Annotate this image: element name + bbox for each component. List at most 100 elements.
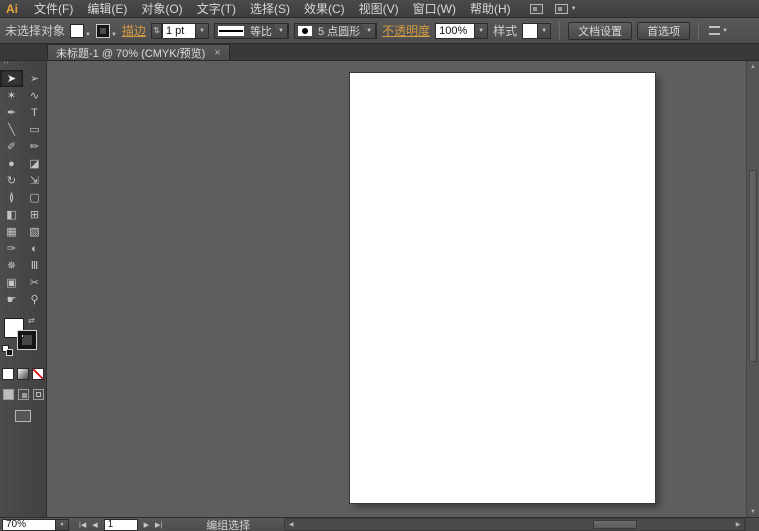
toolbar-collapse-handle[interactable]: '' xyxy=(0,61,46,70)
menu-file[interactable]: 文件(F) xyxy=(27,0,80,17)
menu-effect[interactable]: 效果(C) xyxy=(297,0,352,17)
rotate-tool[interactable]: ↻ xyxy=(0,172,23,189)
style-dropdown[interactable]: ▼ xyxy=(538,23,551,39)
opacity-field[interactable]: 100% xyxy=(435,23,475,39)
stroke-swatch xyxy=(96,24,110,38)
rectangle-tool[interactable]: ▭ xyxy=(23,121,46,138)
type-tool[interactable]: T xyxy=(23,104,46,121)
pen-tool[interactable]: ✒ xyxy=(0,104,23,121)
swap-fill-stroke-icon[interactable]: ⇄ xyxy=(28,316,35,325)
magic-wand-tool[interactable]: ✶ xyxy=(0,87,23,104)
style-combo[interactable]: ▼ xyxy=(522,23,551,39)
tab-close-icon[interactable]: × xyxy=(214,47,220,59)
menu-edit[interactable]: 编辑(E) xyxy=(80,0,134,17)
stroke-width-dropdown[interactable]: ▼ xyxy=(196,23,209,39)
color-button[interactable] xyxy=(2,368,14,380)
slice-tool[interactable]: ✂ xyxy=(23,274,46,291)
artboard[interactable] xyxy=(350,73,655,503)
canvas-area[interactable]: ▲ ▼ xyxy=(47,61,759,517)
zoom-field[interactable]: 70% xyxy=(2,519,56,531)
menu-window[interactable]: 窗口(W) xyxy=(406,0,463,17)
free-transform-tool[interactable]: ▢ xyxy=(23,189,46,206)
horizontal-scrollbar-track[interactable] xyxy=(297,519,732,530)
gradient-tool[interactable]: ▧ xyxy=(23,223,46,240)
menu-object[interactable]: 对象(O) xyxy=(134,0,189,17)
eraser-tool[interactable]: ◪ xyxy=(23,155,46,172)
document-setup-button[interactable]: 文档设置 xyxy=(568,22,632,40)
blob-brush-tool[interactable]: ● xyxy=(0,155,23,172)
brush-definition-dropdown[interactable]: ▼ xyxy=(363,23,376,39)
vertical-scrollbar-thumb[interactable] xyxy=(749,170,757,362)
first-artboard-button[interactable]: |◀ xyxy=(77,521,88,529)
scroll-right-icon[interactable]: ▶ xyxy=(732,521,744,528)
shape-builder-tool[interactable]: ◧ xyxy=(0,206,23,223)
line-segment-tool[interactable]: ╲ xyxy=(0,121,23,138)
last-artboard-button[interactable]: ▶| xyxy=(153,521,164,529)
zoom-tool[interactable]: ⚲ xyxy=(23,291,46,308)
none-button[interactable] xyxy=(32,368,44,380)
control-bar-menu-button[interactable]: ▼ xyxy=(709,26,728,35)
width-profile-combo[interactable]: 等比 ▼ xyxy=(214,23,289,39)
mesh-tool[interactable]: ▦ xyxy=(0,223,23,240)
stroke-panel-link[interactable]: 描边 xyxy=(122,22,146,39)
scroll-down-icon[interactable]: ▼ xyxy=(747,506,759,517)
panel-menu-icon xyxy=(709,26,720,35)
stroke-color-picker[interactable]: ▼ xyxy=(96,24,117,38)
blend-tool[interactable]: ◐ xyxy=(23,240,46,257)
fill-color-picker[interactable]: ▼ xyxy=(70,24,91,38)
preferences-button[interactable]: 首选项 xyxy=(637,22,690,40)
eyedropper-tool-icon: ✑ xyxy=(7,242,16,255)
width-tool[interactable]: ≬ xyxy=(0,189,23,206)
eyedropper-tool[interactable]: ✑ xyxy=(0,240,23,257)
perspective-grid-tool[interactable]: ⊞ xyxy=(23,206,46,223)
gradient-button[interactable] xyxy=(17,368,29,380)
horizontal-scrollbar-thumb[interactable] xyxy=(593,520,637,529)
menu-view[interactable]: 视图(V) xyxy=(352,0,406,17)
column-graph-tool[interactable]: Ⅲ xyxy=(23,257,46,274)
next-artboard-button[interactable]: ▶ xyxy=(142,521,151,529)
width-profile-dropdown[interactable]: ▼ xyxy=(275,23,288,39)
direct-selection-tool[interactable]: ➢ xyxy=(23,70,46,87)
hand-tool[interactable]: ☛ xyxy=(0,291,23,308)
scroll-left-icon[interactable]: ◀ xyxy=(285,521,297,528)
fill-stroke-indicator: ⇄ xyxy=(0,318,46,360)
menu-type[interactable]: 文字(T) xyxy=(190,0,243,17)
scrollbar-corner xyxy=(745,518,759,531)
screen-mode-button[interactable] xyxy=(15,410,31,422)
brush-definition-combo[interactable]: 5 点圆形 ▼ xyxy=(294,23,377,39)
menu-select[interactable]: 选择(S) xyxy=(243,0,297,17)
slice-tool-icon: ✂ xyxy=(30,276,39,289)
symbol-sprayer-tool[interactable]: ✵ xyxy=(0,257,23,274)
line-segment-tool-icon: ╲ xyxy=(8,123,15,136)
draw-inside-button[interactable] xyxy=(33,389,44,400)
default-stroke-icon[interactable] xyxy=(6,349,13,356)
draw-behind-button[interactable] xyxy=(18,389,29,400)
stroke-width-field[interactable]: 1 pt xyxy=(162,23,196,39)
draw-normal-button[interactable] xyxy=(3,389,14,400)
stroke-width-stepper[interactable]: ⇅ xyxy=(151,23,162,39)
opacity-dropdown[interactable]: ▼ xyxy=(475,23,488,39)
zoom-tool-icon: ⚲ xyxy=(30,293,38,306)
lasso-tool[interactable]: ∿ xyxy=(23,87,46,104)
menu-help[interactable]: 帮助(H) xyxy=(463,0,518,17)
document-tab[interactable]: 未标题-1 @ 70% (CMYK/预览) × xyxy=(47,44,230,60)
zoom-dropdown[interactable]: ▼ xyxy=(56,519,69,531)
opacity-combo: 100% ▼ xyxy=(435,23,488,39)
scroll-up-icon[interactable]: ▲ xyxy=(747,61,759,72)
artboard-tool[interactable]: ▣ xyxy=(0,274,23,291)
chevron-down-icon: ▼ xyxy=(85,32,91,38)
vertical-scrollbar[interactable]: ▲ ▼ xyxy=(746,61,759,517)
arrange-documents-icon[interactable] xyxy=(530,4,543,14)
document-tab-title: 未标题-1 @ 70% (CMYK/预览) xyxy=(56,45,205,61)
artboard-number-field[interactable]: 1 xyxy=(104,519,138,531)
paintbrush-tool[interactable]: ✐ xyxy=(0,138,23,155)
scale-tool[interactable]: ⇲ xyxy=(23,172,46,189)
pencil-tool[interactable]: ✏ xyxy=(23,138,46,155)
workspace-switcher-button[interactable]: ▼ xyxy=(555,4,577,14)
selection-tool[interactable]: ➤ xyxy=(0,70,23,87)
opacity-panel-link[interactable]: 不透明度 xyxy=(382,22,430,39)
fill-swatch xyxy=(70,24,84,38)
stroke-color-button[interactable] xyxy=(17,330,37,350)
horizontal-scrollbar[interactable]: ◀ ▶ xyxy=(284,518,745,531)
previous-artboard-button[interactable]: ◀ xyxy=(90,521,99,529)
